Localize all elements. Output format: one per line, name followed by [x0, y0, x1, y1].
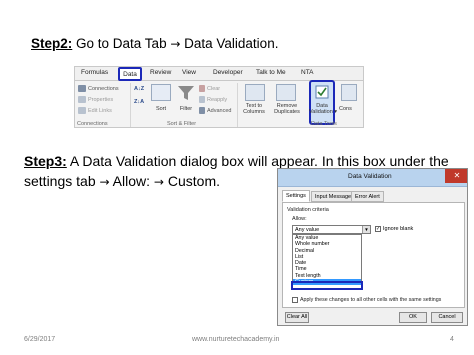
arrow-icon: → [153, 175, 164, 189]
filter-icon [178, 86, 194, 100]
ribbon-tab-bar: Formulas Data Review View Developer Talk… [75, 67, 363, 81]
group-separator [130, 83, 131, 127]
clear-button[interactable]: Clear [199, 85, 220, 92]
sort-button[interactable]: Sort [149, 106, 173, 112]
data-validation-label-2: Validation ▾ [309, 109, 338, 115]
chevron-down-icon[interactable]: ▼ [362, 226, 370, 233]
consolidate-button[interactable]: Cons [339, 106, 352, 112]
page-number: 4 [450, 336, 454, 343]
sort-filter-group-label: Sort & Filter [167, 121, 197, 127]
tab-review[interactable]: Review [150, 69, 171, 76]
properties-label: Properties [88, 96, 114, 103]
group-separator [237, 83, 238, 127]
arrow-icon: → [170, 37, 181, 51]
properties-icon [78, 96, 86, 103]
sort-icon [151, 84, 171, 101]
step2-text-b: Data Validation. [180, 36, 279, 51]
text-to-columns-label-2: Columns [243, 109, 265, 115]
step3-label: Step3: [24, 153, 67, 169]
text-to-columns-icon [245, 84, 265, 101]
clear-icon [199, 85, 205, 92]
reapply-icon [199, 96, 205, 103]
sort-ascending-button[interactable]: A↓Z [134, 86, 144, 92]
edit-links-item[interactable]: Edit Links [78, 107, 112, 114]
tab-error-alert[interactable]: Error Alert [351, 191, 384, 202]
data-validation-button[interactable]: Data Validation ▾ [309, 80, 338, 125]
step3-text-c: Custom. [163, 173, 220, 189]
step2-label: Step2: [31, 36, 73, 51]
step2-instruction: Step2: Go to Data Tab → Data Validation. [31, 36, 278, 51]
tab-settings[interactable]: Settings [282, 190, 310, 202]
clear-label: Clear [207, 85, 221, 92]
data-tools-group-label: Data Tools [311, 121, 337, 127]
ignore-blank-label: Ignore blank [383, 226, 414, 232]
dialog-title: Data Validation [348, 173, 392, 180]
connections-group-label: Connections [77, 121, 108, 127]
custom-highlight-box [291, 281, 363, 290]
dialog-titlebar: Data Validation ✕ [278, 169, 467, 187]
data-validation-dialog: Data Validation ✕ Settings Input Message… [277, 168, 468, 326]
remove-duplicates-label-2: Duplicates [274, 109, 300, 115]
remove-duplicates-button[interactable]: Remove Duplicates [270, 103, 304, 115]
validation-criteria-label: Validation criteria [287, 207, 329, 213]
reapply-button[interactable]: Reapply [199, 96, 227, 103]
text-to-columns-button[interactable]: Text to Columns [240, 103, 268, 115]
sort-descending-button[interactable]: Z↓A [134, 99, 144, 105]
cancel-button[interactable]: Cancel [431, 312, 463, 323]
data-validation-icon [315, 85, 329, 99]
step3-text-b: Allow: [109, 173, 154, 189]
allow-value: Any value [295, 227, 320, 233]
allow-label: Allow: [292, 216, 307, 222]
step2-text-a: Go to Data Tab [72, 36, 171, 51]
settings-panel: Validation criteria Allow: Any value ▼ ✓ … [282, 202, 465, 308]
footer-url: www.nurturetechacademy.in [192, 336, 280, 343]
tab-data[interactable]: Data [118, 67, 142, 81]
ok-button[interactable]: OK [399, 312, 427, 323]
connections-icon [78, 85, 86, 92]
footer-date: 6/29/2017 [24, 336, 56, 343]
allow-select[interactable]: Any value ▼ [292, 225, 371, 234]
remove-duplicates-icon [276, 84, 296, 101]
tab-input-message[interactable]: Input Message [311, 191, 356, 202]
tab-developer[interactable]: Developer [213, 69, 243, 76]
clear-all-button[interactable]: Clear All [285, 312, 309, 323]
tab-view[interactable]: View [182, 69, 196, 76]
filter-button[interactable]: Filter [175, 106, 197, 112]
connections-label: Connections [88, 85, 119, 92]
apply-all-label: Apply these changes to all other cells w… [300, 297, 442, 303]
close-icon[interactable]: ✕ [445, 169, 467, 183]
reapply-label: Reapply [207, 96, 228, 103]
advanced-label: Advanced [207, 107, 232, 114]
edit-links-label: Edit Links [88, 107, 112, 114]
apply-all-checkbox[interactable] [292, 297, 298, 303]
properties-item[interactable]: Properties [78, 96, 113, 103]
tab-talk-to-me[interactable]: Talk to Me [256, 69, 286, 76]
consolidate-icon [341, 84, 357, 101]
tab-nta[interactable]: NTA [301, 69, 314, 76]
arrow-icon: → [99, 175, 110, 189]
connections-item[interactable]: Connections [78, 85, 119, 92]
advanced-icon [199, 107, 205, 114]
edit-links-icon [78, 107, 86, 114]
excel-ribbon-screenshot: Formulas Data Review View Developer Talk… [74, 66, 364, 128]
ignore-blank-checkbox[interactable]: ✓ [375, 226, 381, 232]
advanced-button[interactable]: Advanced [199, 107, 231, 114]
data-validation-label: Data Validation ▾ [309, 103, 338, 115]
tab-formulas[interactable]: Formulas [81, 69, 108, 76]
